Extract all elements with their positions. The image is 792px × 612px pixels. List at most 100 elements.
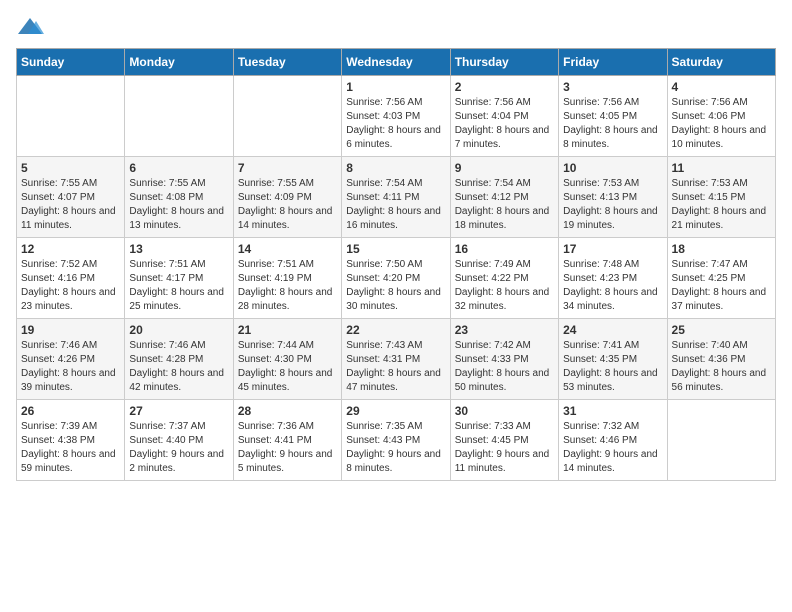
day-info: Sunrise: 7:52 AM Sunset: 4:16 PM Dayligh… <box>21 258 120 314</box>
day-cell: 12 Sunrise: 7:52 AM Sunset: 4:16 PM Dayli… <box>17 238 125 319</box>
day-info: Sunrise: 7:49 AM Sunset: 4:22 PM Dayligh… <box>455 258 554 314</box>
day-info: Sunrise: 7:50 AM Sunset: 4:20 PM Dayligh… <box>346 258 445 314</box>
week-row-1: 1 Sunrise: 7:56 AM Sunset: 4:03 PM Daylig… <box>17 76 776 157</box>
day-number: 25 <box>672 323 771 337</box>
day-number: 26 <box>21 404 120 418</box>
day-cell: 15 Sunrise: 7:50 AM Sunset: 4:20 PM Dayli… <box>342 238 450 319</box>
day-cell: 19 Sunrise: 7:46 AM Sunset: 4:26 PM Dayli… <box>17 319 125 400</box>
day-info: Sunrise: 7:54 AM Sunset: 4:12 PM Dayligh… <box>455 177 554 233</box>
day-info: Sunrise: 7:56 AM Sunset: 4:04 PM Dayligh… <box>455 96 554 152</box>
day-number: 1 <box>346 80 445 94</box>
day-cell <box>667 400 775 481</box>
day-info: Sunrise: 7:54 AM Sunset: 4:11 PM Dayligh… <box>346 177 445 233</box>
day-cell: 5 Sunrise: 7:55 AM Sunset: 4:07 PM Daylig… <box>17 157 125 238</box>
day-number: 8 <box>346 161 445 175</box>
day-number: 28 <box>238 404 337 418</box>
day-info: Sunrise: 7:56 AM Sunset: 4:06 PM Dayligh… <box>672 96 771 152</box>
day-number: 10 <box>563 161 662 175</box>
logo-icon <box>16 16 44 38</box>
day-cell: 31 Sunrise: 7:32 AM Sunset: 4:46 PM Dayli… <box>559 400 667 481</box>
day-number: 2 <box>455 80 554 94</box>
week-row-2: 5 Sunrise: 7:55 AM Sunset: 4:07 PM Daylig… <box>17 157 776 238</box>
day-cell: 1 Sunrise: 7:56 AM Sunset: 4:03 PM Daylig… <box>342 76 450 157</box>
day-info: Sunrise: 7:32 AM Sunset: 4:46 PM Dayligh… <box>563 420 662 476</box>
header-monday: Monday <box>125 49 233 76</box>
day-number: 18 <box>672 242 771 256</box>
day-number: 12 <box>21 242 120 256</box>
day-cell: 23Sunrise: 7:42 AM Sunset: 4:33 PM Dayli… <box>450 319 558 400</box>
header-row: SundayMondayTuesdayWednesdayThursdayFrid… <box>17 49 776 76</box>
day-cell: 20Sunrise: 7:46 AM Sunset: 4:28 PM Dayli… <box>125 319 233 400</box>
day-info: Sunrise: 7:51 AM Sunset: 4:19 PM Dayligh… <box>238 258 337 314</box>
day-cell: 27 Sunrise: 7:37 AM Sunset: 4:40 PM Dayli… <box>125 400 233 481</box>
day-info: Sunrise: 7:35 AM Sunset: 4:43 PM Dayligh… <box>346 420 445 476</box>
day-info: Sunrise: 7:33 AM Sunset: 4:45 PM Dayligh… <box>455 420 554 476</box>
day-number: 5 <box>21 161 120 175</box>
day-number: 15 <box>346 242 445 256</box>
day-number: 30 <box>455 404 554 418</box>
day-info: Sunrise: 7:46 AM Sunset: 4:26 PM Dayligh… <box>21 339 120 395</box>
day-number: 13 <box>129 242 228 256</box>
day-number: 17 <box>563 242 662 256</box>
day-cell: 9 Sunrise: 7:54 AM Sunset: 4:12 PM Daylig… <box>450 157 558 238</box>
day-number: 14 <box>238 242 337 256</box>
calendar-table: SundayMondayTuesdayWednesdayThursdayFrid… <box>16 48 776 481</box>
day-number: 7 <box>238 161 337 175</box>
day-number: 22 <box>346 323 445 337</box>
day-cell: 28 Sunrise: 7:36 AM Sunset: 4:41 PM Dayli… <box>233 400 341 481</box>
day-info: Sunrise: 7:39 AM Sunset: 4:38 PM Dayligh… <box>21 420 120 476</box>
day-cell: 11 Sunrise: 7:53 AM Sunset: 4:15 PM Dayli… <box>667 157 775 238</box>
day-info: Sunrise: 7:40 AM Sunset: 4:36 PM Dayligh… <box>672 339 771 395</box>
header-wednesday: Wednesday <box>342 49 450 76</box>
day-cell: 26 Sunrise: 7:39 AM Sunset: 4:38 PM Dayli… <box>17 400 125 481</box>
day-cell: 2 Sunrise: 7:56 AM Sunset: 4:04 PM Daylig… <box>450 76 558 157</box>
day-number: 4 <box>672 80 771 94</box>
day-number: 11 <box>672 161 771 175</box>
day-cell: 22 Sunrise: 7:43 AM Sunset: 4:31 PM Dayli… <box>342 319 450 400</box>
day-cell: 7Sunrise: 7:55 AM Sunset: 4:09 PM Daylig… <box>233 157 341 238</box>
day-info: Sunrise: 7:55 AM Sunset: 4:07 PM Dayligh… <box>21 177 120 233</box>
day-number: 6 <box>129 161 228 175</box>
day-info: Sunrise: 7:41 AM Sunset: 4:35 PM Dayligh… <box>563 339 662 395</box>
day-info: Sunrise: 7:56 AM Sunset: 4:03 PM Dayligh… <box>346 96 445 152</box>
day-cell: 30 Sunrise: 7:33 AM Sunset: 4:45 PM Dayli… <box>450 400 558 481</box>
day-number: 29 <box>346 404 445 418</box>
day-cell: 29 Sunrise: 7:35 AM Sunset: 4:43 PM Dayli… <box>342 400 450 481</box>
day-number: 9 <box>455 161 554 175</box>
day-cell: 4 Sunrise: 7:56 AM Sunset: 4:06 PM Daylig… <box>667 76 775 157</box>
day-info: Sunrise: 7:37 AM Sunset: 4:40 PM Dayligh… <box>129 420 228 476</box>
day-cell: 13 Sunrise: 7:51 AM Sunset: 4:17 PM Dayli… <box>125 238 233 319</box>
day-cell: 3Sunrise: 7:56 AM Sunset: 4:05 PM Daylig… <box>559 76 667 157</box>
day-number: 24 <box>563 323 662 337</box>
day-number: 21 <box>238 323 337 337</box>
day-number: 16 <box>455 242 554 256</box>
week-row-5: 26 Sunrise: 7:39 AM Sunset: 4:38 PM Dayli… <box>17 400 776 481</box>
day-cell: 17Sunrise: 7:48 AM Sunset: 4:23 PM Dayli… <box>559 238 667 319</box>
header <box>16 16 776 38</box>
day-info: Sunrise: 7:55 AM Sunset: 4:08 PM Dayligh… <box>129 177 228 233</box>
day-info: Sunrise: 7:47 AM Sunset: 4:25 PM Dayligh… <box>672 258 771 314</box>
week-row-4: 19 Sunrise: 7:46 AM Sunset: 4:26 PM Dayli… <box>17 319 776 400</box>
day-cell <box>17 76 125 157</box>
day-number: 27 <box>129 404 228 418</box>
day-number: 3 <box>563 80 662 94</box>
day-cell: 6 Sunrise: 7:55 AM Sunset: 4:08 PM Daylig… <box>125 157 233 238</box>
header-saturday: Saturday <box>667 49 775 76</box>
header-sunday: Sunday <box>17 49 125 76</box>
day-info: Sunrise: 7:36 AM Sunset: 4:41 PM Dayligh… <box>238 420 337 476</box>
day-info: Sunrise: 7:43 AM Sunset: 4:31 PM Dayligh… <box>346 339 445 395</box>
day-cell <box>233 76 341 157</box>
day-cell: 25 Sunrise: 7:40 AM Sunset: 4:36 PM Dayli… <box>667 319 775 400</box>
day-info: Sunrise: 7:42 AM Sunset: 4:33 PM Dayligh… <box>455 339 554 395</box>
day-number: 31 <box>563 404 662 418</box>
day-cell <box>125 76 233 157</box>
week-row-3: 12 Sunrise: 7:52 AM Sunset: 4:16 PM Dayli… <box>17 238 776 319</box>
logo <box>16 16 48 38</box>
day-number: 19 <box>21 323 120 337</box>
day-info: Sunrise: 7:51 AM Sunset: 4:17 PM Dayligh… <box>129 258 228 314</box>
day-info: Sunrise: 7:53 AM Sunset: 4:15 PM Dayligh… <box>672 177 771 233</box>
day-cell: 10Sunrise: 7:53 AM Sunset: 4:13 PM Dayli… <box>559 157 667 238</box>
header-friday: Friday <box>559 49 667 76</box>
day-number: 20 <box>129 323 228 337</box>
day-cell: 8 Sunrise: 7:54 AM Sunset: 4:11 PM Daylig… <box>342 157 450 238</box>
